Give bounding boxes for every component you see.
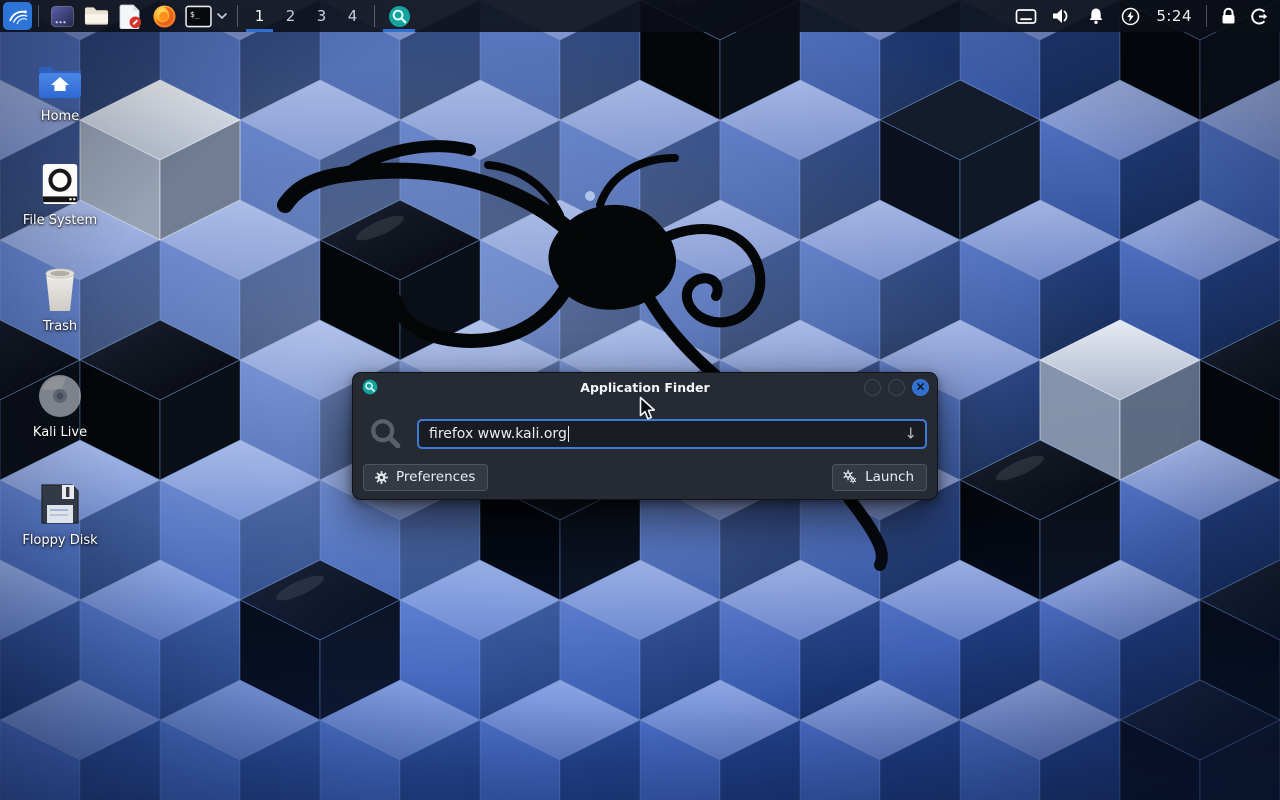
launcher-dropdown-button[interactable] bbox=[215, 0, 229, 32]
desktop-icon-label: Home bbox=[12, 109, 108, 124]
desktop-icon-label: Floppy Disk bbox=[12, 533, 108, 548]
notifications-tray-button[interactable] bbox=[1078, 0, 1113, 32]
desktop-icon-trash[interactable]: Trash bbox=[12, 266, 108, 334]
workspace-3[interactable]: 3 bbox=[306, 0, 337, 32]
window-title: Application Finder bbox=[353, 380, 937, 395]
text-editor-icon bbox=[119, 4, 142, 29]
volume-icon bbox=[1051, 7, 1071, 25]
logout-icon bbox=[1250, 7, 1269, 26]
floppy-icon bbox=[39, 482, 81, 526]
panel-separator bbox=[374, 5, 375, 27]
workspace-2-label: 2 bbox=[286, 7, 296, 25]
workspace-1[interactable]: 1 bbox=[244, 0, 275, 32]
close-button[interactable]: × bbox=[912, 379, 929, 396]
launcher-firefox[interactable] bbox=[149, 0, 179, 32]
desktop-icon-kali-live[interactable]: Kali Live bbox=[12, 372, 108, 440]
svg-text:$_: $_ bbox=[189, 8, 199, 18]
run-icon bbox=[843, 470, 858, 485]
workspace-2[interactable]: 2 bbox=[275, 0, 306, 32]
home-folder-icon bbox=[37, 61, 83, 99]
workspace-4-label: 4 bbox=[348, 7, 358, 25]
workspace-4[interactable]: 4 bbox=[337, 0, 368, 32]
keyboard-tray-button[interactable] bbox=[1008, 0, 1043, 32]
mouse-cursor bbox=[639, 396, 658, 422]
bell-icon bbox=[1087, 7, 1105, 25]
close-icon: × bbox=[915, 381, 925, 393]
search-input-value: firefox www.kali.org bbox=[429, 426, 567, 442]
launcher-file-manager[interactable] bbox=[81, 0, 111, 32]
hard-drive-icon bbox=[39, 162, 81, 206]
launcher-terminal[interactable]: $_ bbox=[183, 0, 213, 32]
taskbar-application-finder-button[interactable] bbox=[381, 0, 417, 32]
terminal-icon: $_ bbox=[185, 5, 212, 28]
search-icon bbox=[369, 417, 403, 451]
kali-logo-icon bbox=[6, 4, 30, 28]
application-finder-icon bbox=[362, 379, 378, 395]
desktop-icon-file-system[interactable]: File System bbox=[12, 160, 108, 228]
chevron-down-icon bbox=[217, 13, 227, 19]
volume-tray-button[interactable] bbox=[1043, 0, 1078, 32]
applications-menu-button[interactable] bbox=[3, 2, 32, 30]
dropdown-arrow-icon[interactable]: ↓ bbox=[904, 425, 917, 443]
window-app-icon bbox=[50, 4, 75, 29]
launch-button[interactable]: Launch bbox=[832, 464, 927, 491]
launch-label: Launch bbox=[865, 469, 914, 485]
application-finder-window: Application Finder × firefox www.kali.or… bbox=[352, 372, 938, 500]
power-icon bbox=[1121, 7, 1140, 26]
lock-icon bbox=[1220, 7, 1237, 25]
preferences-button[interactable]: Preferences bbox=[363, 464, 488, 491]
launcher-app-window[interactable] bbox=[47, 0, 77, 32]
disc-icon bbox=[36, 372, 84, 420]
desktop-icon-label: File System bbox=[12, 213, 108, 228]
top-panel: $_ 1 2 3 4 bbox=[0, 0, 1280, 32]
clock[interactable]: 5:24 bbox=[1156, 7, 1192, 25]
maximize-button[interactable] bbox=[888, 379, 905, 396]
panel-separator bbox=[38, 5, 39, 27]
desktop-icon-home[interactable]: Home bbox=[12, 56, 108, 124]
logout-button[interactable] bbox=[1243, 0, 1275, 32]
keyboard-icon bbox=[1015, 8, 1037, 25]
panel-separator bbox=[237, 5, 238, 27]
launcher-text-editor[interactable] bbox=[115, 0, 145, 32]
minimize-button[interactable] bbox=[864, 379, 881, 396]
lock-button[interactable] bbox=[1213, 0, 1243, 32]
application-finder-icon bbox=[388, 5, 411, 28]
power-manager-tray-button[interactable] bbox=[1113, 0, 1148, 32]
gear-icon bbox=[374, 470, 389, 485]
desktop-icon-floppy-disk[interactable]: Floppy Disk bbox=[12, 480, 108, 548]
desktop-icon-label: Kali Live bbox=[12, 425, 108, 440]
preferences-label: Preferences bbox=[396, 469, 475, 485]
search-input[interactable]: firefox www.kali.org ↓ bbox=[417, 419, 927, 449]
firefox-icon bbox=[152, 4, 177, 29]
trash-icon bbox=[40, 267, 80, 313]
desktop-icon-label: Trash bbox=[12, 319, 108, 334]
file-manager-icon bbox=[84, 5, 109, 27]
workspace-3-label: 3 bbox=[317, 7, 327, 25]
workspace-1-label: 1 bbox=[255, 7, 265, 25]
panel-separator bbox=[1206, 5, 1207, 27]
text-caret bbox=[568, 426, 570, 442]
